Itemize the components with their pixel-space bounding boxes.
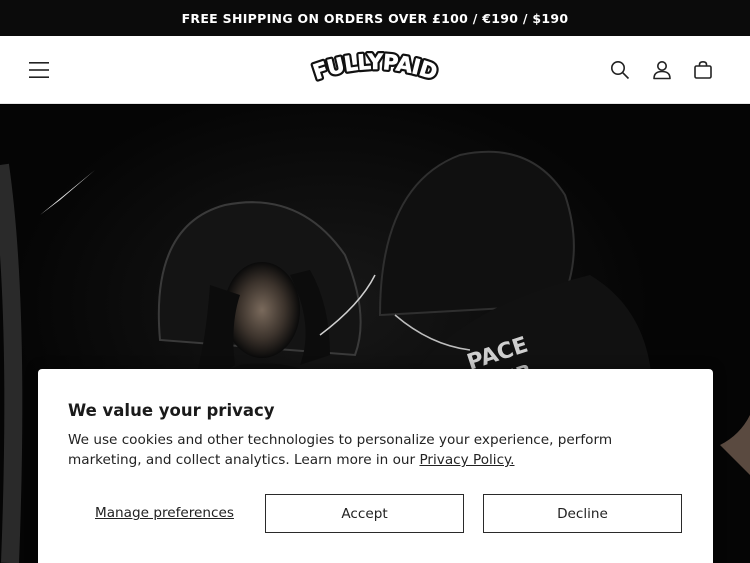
privacy-policy-link[interactable]: Privacy Policy. [419,452,514,468]
search-button[interactable] [606,56,634,84]
cart-button[interactable] [689,56,717,84]
menu-button[interactable] [25,56,53,84]
menu-icon [29,62,49,78]
manage-preferences-link[interactable]: Manage preferences [95,505,234,521]
site-logo[interactable]: FULLYPAID FULLYPAID [307,51,443,91]
decline-button[interactable]: Decline [483,494,682,533]
announcement-text: FREE SHIPPING ON ORDERS OVER £100 / €190… [181,10,569,26]
cookie-title: We value your privacy [68,401,275,420]
site-header: FULLYPAID FULLYPAID [0,36,750,104]
logo-wordmark: FULLYPAID FULLYPAID [308,51,443,87]
cookie-banner: We value your privacy We use cookies and… [38,369,713,563]
cookie-body-text: We use cookies and other technologies to… [68,432,613,468]
svg-text:FULLYPAID: FULLYPAID [310,51,440,84]
account-button[interactable] [648,56,676,84]
cart-icon [694,60,712,79]
account-icon [653,61,671,80]
cookie-body: We use cookies and other technologies to… [68,430,688,470]
search-icon [611,61,630,80]
announcement-bar: FREE SHIPPING ON ORDERS OVER £100 / €190… [0,0,750,36]
accept-button[interactable]: Accept [265,494,464,533]
